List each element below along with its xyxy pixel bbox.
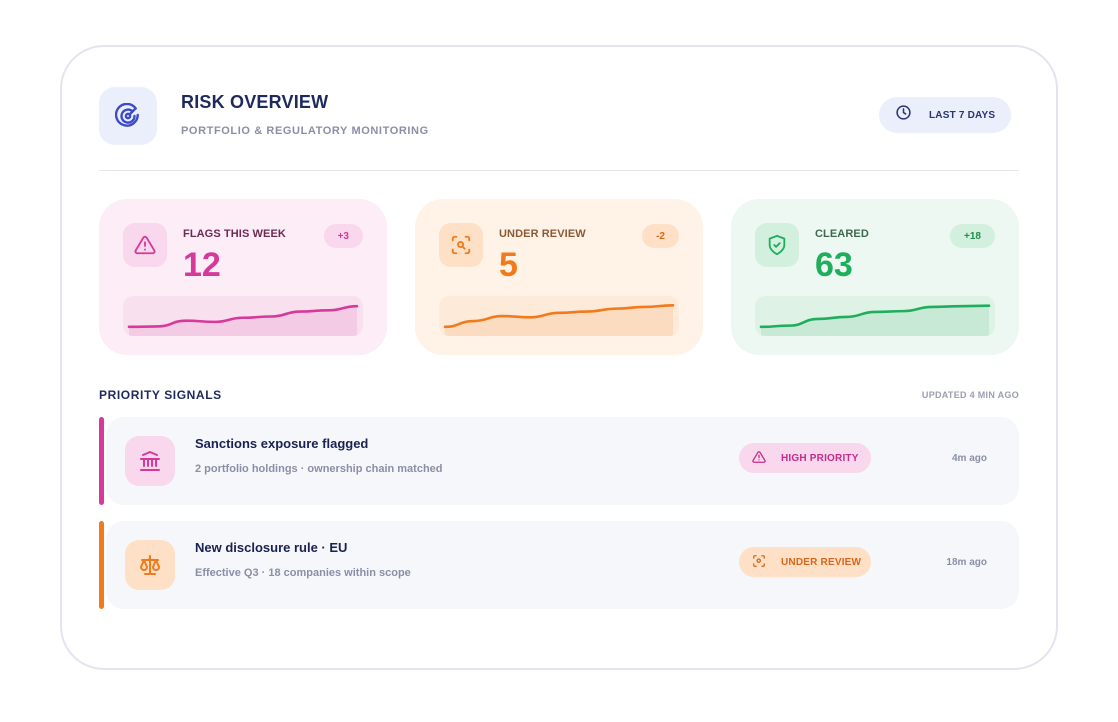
signal-row-background <box>106 417 1019 505</box>
header-divider <box>99 170 1019 171</box>
stat-value: 12 <box>183 246 221 284</box>
stat-card-cleared: CLEARED 63 +18 <box>731 199 1019 355</box>
stat-label: UNDER REVIEW <box>499 228 586 240</box>
signal-row-background <box>106 521 1019 609</box>
signal-title: New disclosure rule · EU <box>195 540 348 555</box>
date-range-button[interactable]: LAST 7 DAYS <box>879 97 1011 133</box>
stat-delta-badge: +18 <box>950 224 995 248</box>
warning-triangle-icon <box>752 450 766 467</box>
clock-icon <box>895 104 912 126</box>
bank-icon <box>125 436 175 486</box>
signal-time: 4m ago <box>951 453 987 464</box>
radar-icon <box>99 87 157 145</box>
stat-delta-badge: +3 <box>323 224 363 248</box>
signal-row[interactable]: New disclosure rule · EU Effective Q3 · … <box>99 521 1019 609</box>
priority-badge[interactable]: UNDER REVIEW <box>739 547 871 577</box>
scan-search-icon <box>752 554 766 571</box>
page-title: RISK OVERVIEW <box>181 92 329 112</box>
updated-timestamp: UPDATED 4 MIN AGO <box>921 390 1019 400</box>
page-subtitle: PORTFOLIO & REGULATORY MONITORING <box>181 125 429 137</box>
stat-label: FLAGS THIS WEEK <box>183 228 286 240</box>
signal-row[interactable]: Sanctions exposure flagged 2 portfolio h… <box>99 417 1019 505</box>
stat-delta-badge: -2 <box>642 224 679 248</box>
priority-bar <box>99 417 104 505</box>
priority-badge-label: UNDER REVIEW <box>781 556 862 568</box>
stat-card-flags: FLAGS THIS WEEK 12 +3 <box>99 199 387 355</box>
stat-value: 63 <box>815 246 853 284</box>
scan-search-icon <box>439 223 483 267</box>
priority-bar <box>99 521 104 609</box>
signal-subtitle: Effective Q3 · 18 companies within scope <box>195 567 411 579</box>
trend-sparkline <box>755 296 995 336</box>
signal-time: 18m ago <box>946 557 987 568</box>
stat-card-under-review: UNDER REVIEW 5 -2 <box>415 199 703 355</box>
section-title: PRIORITY SIGNALS <box>99 388 222 402</box>
stat-value: 5 <box>499 246 518 284</box>
trend-sparkline <box>123 296 363 336</box>
priority-badge-label: HIGH PRIORITY <box>781 452 859 464</box>
trend-sparkline <box>439 296 679 336</box>
warning-triangle-icon <box>123 223 167 267</box>
shield-check-icon <box>755 223 799 267</box>
signal-subtitle: 2 portfolio holdings · ownership chain m… <box>195 463 443 475</box>
scale-icon <box>125 540 175 590</box>
signal-title: Sanctions exposure flagged <box>195 436 369 451</box>
priority-badge[interactable]: HIGH PRIORITY <box>739 443 871 473</box>
date-range-label: LAST 7 DAYS <box>929 109 996 121</box>
stat-label: CLEARED <box>815 228 869 240</box>
